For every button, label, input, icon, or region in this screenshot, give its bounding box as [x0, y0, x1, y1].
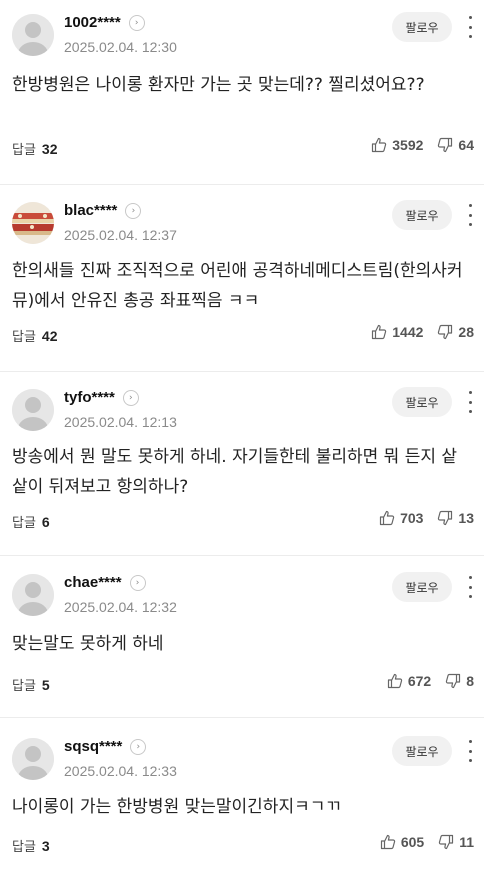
thumbs-down-icon: [446, 673, 461, 689]
reply-count: 5: [41, 677, 50, 693]
reply-button[interactable]: 답글 42: [12, 326, 58, 345]
like-button[interactable]: 703: [379, 510, 423, 526]
like-count: 672: [407, 673, 432, 689]
reply-count: 3: [41, 838, 50, 854]
comment-date: 2025.02.04. 12:30: [64, 39, 177, 55]
like-count: 703: [400, 510, 424, 526]
like-count: 605: [400, 834, 425, 850]
avatar[interactable]: [12, 389, 54, 431]
chevron-right-icon[interactable]: ›: [129, 574, 146, 591]
comment-date: 2025.02.04. 12:33: [64, 763, 177, 779]
dislike-button[interactable]: 64: [437, 137, 474, 153]
thumbs-up-icon: [387, 673, 403, 689]
chevron-right-icon[interactable]: ›: [125, 202, 142, 219]
more-options-icon[interactable]: [466, 16, 474, 38]
follow-button[interactable]: 팔로우: [392, 200, 452, 230]
follow-button[interactable]: 팔로우: [392, 387, 452, 417]
nickname[interactable]: 1002****: [64, 14, 121, 31]
like-count: 3592: [392, 137, 424, 153]
like-button[interactable]: 3592: [371, 137, 423, 153]
comment-item: tyfo**** › 2025.02.04. 12:13 팔로우 방송에서 뭔 …: [0, 372, 484, 556]
nickname[interactable]: blac****: [64, 202, 117, 219]
reply-label: 답글: [12, 679, 36, 694]
thumbs-down-icon: [438, 324, 453, 340]
dislike-count: 11: [459, 834, 474, 850]
thumbs-down-icon: [438, 137, 453, 153]
thumbs-up-icon: [372, 324, 387, 340]
reply-label: 답글: [12, 143, 36, 158]
dislike-count: 8: [466, 673, 474, 689]
dislike-count: 64: [458, 137, 474, 153]
more-options-icon[interactable]: [466, 204, 474, 226]
comment-item: blac**** › 2025.02.04. 12:37 팔로우 한의새들 진짜…: [0, 185, 484, 372]
thumbs-down-icon: [439, 834, 454, 850]
dislike-button[interactable]: 8: [445, 673, 474, 689]
follow-button[interactable]: 팔로우: [392, 572, 452, 602]
nickname[interactable]: chae****: [64, 574, 122, 591]
comment-item: chae**** › 2025.02.04. 12:32 팔로우 맞는말도 못하…: [0, 556, 484, 718]
follow-button[interactable]: 팔로우: [392, 736, 452, 766]
comment-text: 한방병원은 나이롱 환자만 가는 곳 맞는데?? 찔리셨어요??: [12, 75, 425, 95]
comment-item: 1002**** › 2025.02.04. 12:30 팔로우 한방병원은 나…: [0, 0, 484, 185]
reply-count: 6: [41, 514, 50, 530]
comment-date: 2025.02.04. 12:37: [64, 227, 177, 243]
comment-text: 나이롱이 가는 한방병원 맞는말이긴하지ㅋㄱㄲ: [12, 797, 342, 817]
comment-text: 한의새들 진짜 조직적으로 어린애 공격하네메디스트림(한의사커뮤)에서 안유진…: [12, 261, 463, 311]
reply-button[interactable]: 답글 6: [12, 512, 50, 531]
comment-date: 2025.02.04. 12:13: [64, 414, 177, 430]
comment-item: sqsq**** › 2025.02.04. 12:33 팔로우 나이롱이 가는…: [0, 718, 484, 876]
reply-count: 42: [41, 328, 58, 344]
thumbs-up-icon: [379, 510, 395, 526]
thumbs-up-icon: [380, 834, 395, 850]
dislike-button[interactable]: 28: [437, 324, 474, 340]
comment-date: 2025.02.04. 12:32: [64, 599, 177, 615]
reply-button[interactable]: 답글 5: [12, 675, 50, 694]
dislike-button[interactable]: 11: [438, 834, 474, 850]
chevron-right-icon[interactable]: ›: [128, 14, 145, 31]
like-button[interactable]: 1442: [371, 324, 423, 340]
more-options-icon[interactable]: [466, 576, 474, 598]
chevron-right-icon[interactable]: ›: [130, 738, 147, 755]
follow-button[interactable]: 팔로우: [392, 12, 452, 42]
avatar[interactable]: [12, 14, 54, 56]
thumbs-up-icon: [372, 137, 387, 153]
reply-label: 답글: [12, 516, 36, 531]
avatar[interactable]: [12, 574, 54, 616]
nickname[interactable]: tyfo****: [64, 389, 115, 406]
dislike-count: 13: [458, 510, 474, 526]
reply-label: 답글: [12, 330, 36, 345]
nickname[interactable]: sqsq****: [64, 738, 122, 755]
dislike-count: 28: [458, 324, 474, 340]
chevron-right-icon[interactable]: ›: [122, 389, 139, 406]
comment-text: 맞는말도 못하게 하네: [12, 634, 164, 654]
reply-label: 답글: [12, 840, 36, 855]
like-count: 1442: [392, 324, 424, 340]
reply-count: 32: [41, 141, 58, 157]
reply-button[interactable]: 답글 3: [12, 836, 50, 855]
like-button[interactable]: 605: [380, 834, 424, 850]
more-options-icon[interactable]: [466, 391, 474, 413]
more-options-icon[interactable]: [466, 740, 474, 762]
avatar[interactable]: [12, 202, 54, 244]
comment-list: 1002**** › 2025.02.04. 12:30 팔로우 한방병원은 나…: [0, 0, 484, 876]
avatar[interactable]: [12, 738, 54, 780]
dislike-button[interactable]: 13: [437, 510, 474, 526]
thumbs-down-icon: [438, 510, 453, 526]
comment-text: 방송에서 뭔 말도 못하게 하네. 자기들한테 불리하면 뭐 든지 샅샅이 뒤져…: [12, 447, 458, 497]
reply-button[interactable]: 답글 32: [12, 139, 58, 158]
like-button[interactable]: 672: [387, 673, 431, 689]
